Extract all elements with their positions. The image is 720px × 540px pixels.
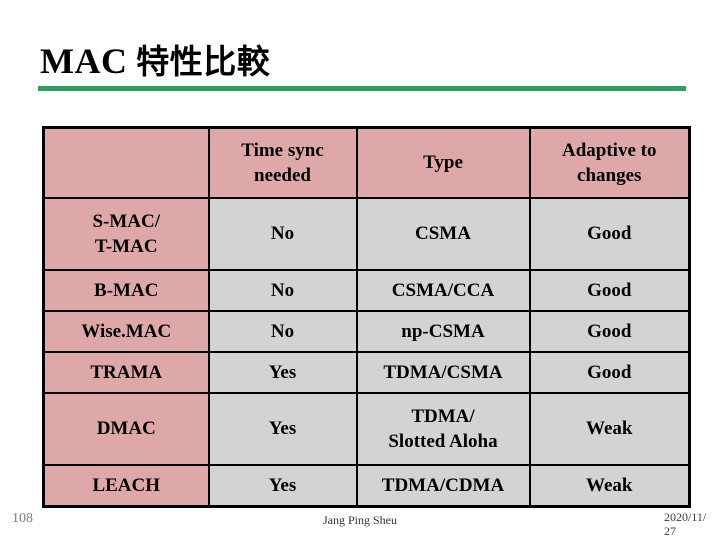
column-header-adaptive: Adaptive to changes [528, 126, 691, 199]
row-header-protocol: Wise.MAC [42, 310, 210, 353]
column-header-protocol [42, 126, 210, 199]
cell-adaptive: Good [528, 269, 691, 312]
cell-type: CSMA [355, 197, 531, 271]
cell-type: TDMA/CDMA [355, 464, 531, 508]
row-header-protocol: TRAMA [42, 351, 210, 394]
column-header-time-sync: Time sync needed [207, 126, 358, 199]
cell-time-sync: Yes [207, 464, 358, 508]
row-protocol-line1: S-MAC/ [92, 210, 161, 232]
cell-time-sync: Yes [207, 351, 358, 394]
table-row: B-MAC No CSMA/CCA Good [42, 269, 691, 312]
column-header-time-sync-line1: Time sync [241, 139, 324, 161]
table-row: DMAC Yes TDMA/ Slotted Aloha Weak [42, 392, 691, 466]
cell-adaptive: Good [528, 197, 691, 271]
row-header-protocol: DMAC [42, 392, 210, 466]
page-title-cjk: 特性比較 [136, 45, 271, 81]
cell-type: np-CSMA [355, 310, 531, 353]
column-header-type-line1: Type [423, 152, 463, 174]
row-header-protocol: LEACH [42, 464, 210, 508]
column-header-adaptive-line2: changes [577, 165, 642, 186]
cell-type-line1: CSMA [415, 223, 471, 245]
cell-type-line1: TDMA/ [411, 405, 475, 427]
footer-author: Jang Ping Sheu [322, 513, 397, 527]
table-header-row: Time sync needed Type Adaptive to change… [42, 126, 691, 199]
cell-type-line2: Slotted Aloha [388, 431, 498, 452]
table-body: S-MAC/ T-MAC No CSMA Good B-MAC No CSMA/… [42, 197, 691, 508]
cell-adaptive: Weak [528, 392, 691, 466]
cell-time-sync: Yes [207, 392, 358, 466]
row-header-protocol: B-MAC [42, 269, 210, 312]
column-header-adaptive-line1: Adaptive to [562, 139, 657, 161]
table-row: Wise.MAC No np-CSMA Good [42, 310, 691, 353]
row-header-protocol: S-MAC/ T-MAC [42, 197, 210, 271]
cell-type: TDMA/ Slotted Aloha [355, 392, 531, 466]
row-protocol-line2: T-MAC [94, 236, 158, 257]
table-row: TRAMA Yes TDMA/CSMA Good [42, 351, 691, 394]
cell-time-sync: No [207, 269, 358, 312]
footer-date: 2020/11/27 [664, 510, 707, 538]
cell-adaptive: Good [528, 351, 691, 394]
cell-adaptive: Weak [528, 464, 691, 508]
page-title-latin: MAC [40, 41, 128, 81]
table-row: S-MAC/ T-MAC No CSMA Good [42, 197, 691, 271]
cell-time-sync: No [207, 197, 358, 271]
cell-type: TDMA/CSMA [355, 351, 531, 394]
column-header-type: Type [355, 126, 531, 199]
table-header: Time sync needed Type Adaptive to change… [42, 126, 691, 199]
comparison-table-container: Time sync needed Type Adaptive to change… [42, 126, 691, 508]
title-divider [38, 86, 686, 91]
page-title: MAC 特性比較 [40, 35, 270, 83]
cell-time-sync: No [207, 310, 358, 353]
cell-type: CSMA/CCA [355, 269, 531, 312]
mac-comparison-table: Time sync needed Type Adaptive to change… [42, 126, 691, 508]
column-header-time-sync-line2: needed [254, 165, 311, 186]
table-row: LEACH Yes TDMA/CDMA Weak [42, 464, 691, 508]
cell-adaptive: Good [528, 310, 691, 353]
